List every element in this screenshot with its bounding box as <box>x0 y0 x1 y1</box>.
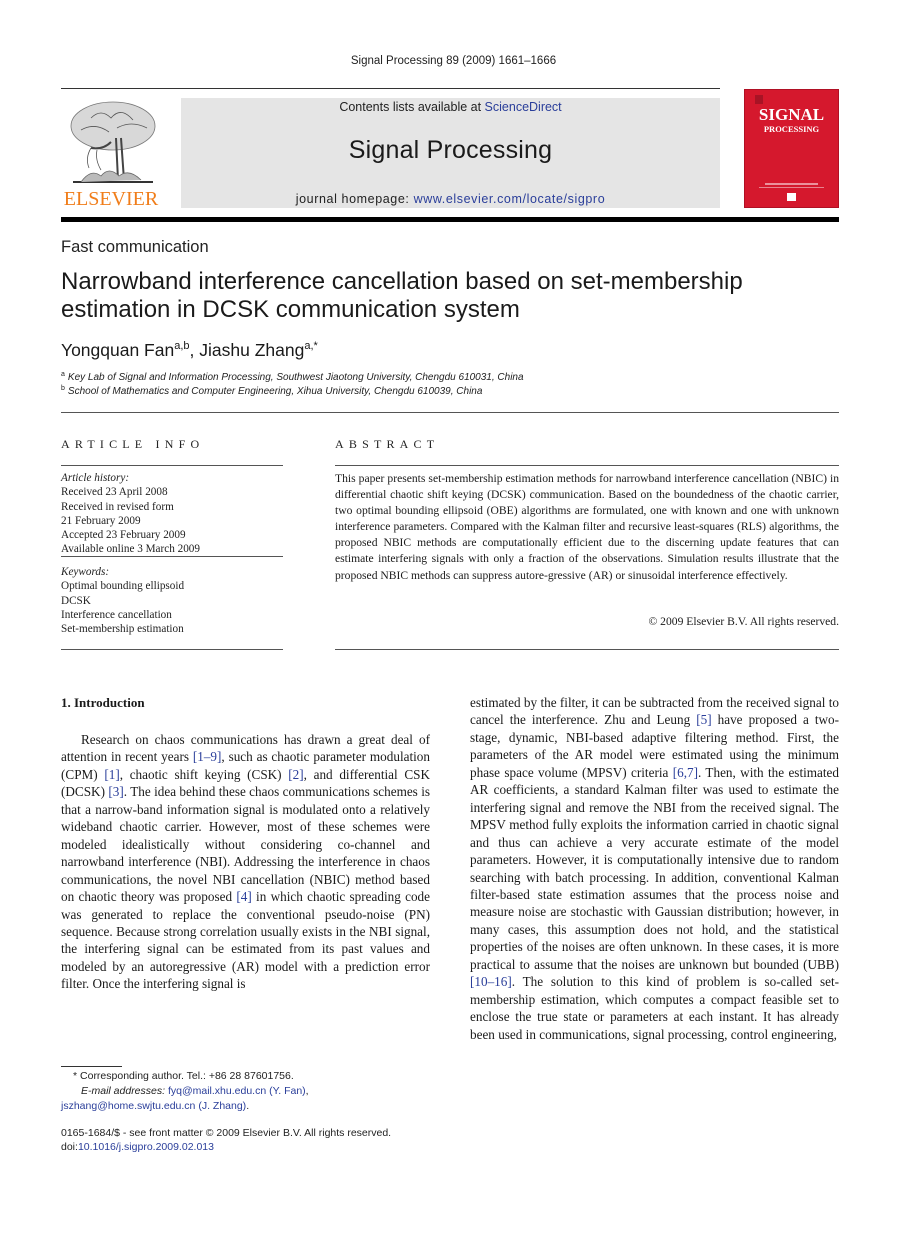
abstract-rule <box>335 649 839 650</box>
email-separator: . <box>246 1100 250 1112</box>
citation-link[interactable]: [10–16] <box>470 974 512 989</box>
article-info-heading: ARTICLE INFO <box>61 437 205 451</box>
cover-publisher-icon <box>787 193 796 201</box>
cover-title: SIGNAL <box>758 105 825 124</box>
affiliation-mark: a <box>61 371 65 378</box>
history-item: Accepted 23 February 2009 <box>61 529 186 542</box>
doi-prefix: doi: <box>61 1141 78 1153</box>
cover-decoration <box>765 183 818 185</box>
author-name[interactable]: Jiashu Zhang <box>199 340 304 360</box>
cover-subtitle: PROCESSING <box>763 124 820 134</box>
abstract-text: This paper presents set-membership estim… <box>335 472 839 582</box>
body-text: in which chaotic spreading code was gene… <box>61 889 430 992</box>
article-info-rule <box>61 649 283 650</box>
running-head: Signal Processing 89 (2009) 1661–1666 <box>350 55 557 67</box>
homepage-prefix: journal homepage: <box>295 192 414 206</box>
abstract-copyright: © 2009 Elsevier B.V. All rights reserved… <box>648 615 839 628</box>
elsevier-wordmark: ELSEVIER <box>63 188 159 210</box>
author-list: Yongquan Fana,b, Jiashu Zhanga,* <box>61 340 318 361</box>
doi-line: doi:10.1016/j.sigpro.2009.02.013 <box>61 1140 214 1155</box>
issn-line: 0165-1684/$ - see front matter © 2009 El… <box>61 1127 392 1139</box>
article-info-rule <box>61 465 283 466</box>
body-paragraph: estimated by the filter, it can be subtr… <box>470 694 839 1043</box>
sciencedirect-link[interactable]: ScienceDirect <box>485 100 562 114</box>
elsevier-tree-icon <box>70 101 156 183</box>
keyword: Set-membership estimation <box>61 623 184 636</box>
contents-line: Contents lists available at ScienceDirec… <box>181 100 720 114</box>
affiliation-text: Key Lab of Signal and Information Proces… <box>67 372 524 383</box>
keyword: Interference cancellation <box>61 608 172 621</box>
affiliation: a Key Lab of Signal and Information Proce… <box>61 371 524 383</box>
body-text: , chaotic shift keying (CSK) <box>119 766 289 782</box>
body-column-right: estimated by the filter, it can be subtr… <box>470 694 839 1043</box>
corresponding-text: Corresponding author. Tel.: +86 28 87601… <box>80 1070 294 1082</box>
citation-link[interactable]: [5] <box>696 712 711 727</box>
section-heading-introduction: 1. Introduction <box>61 695 145 710</box>
article-info-rule <box>61 556 283 557</box>
abstract-heading: ABSTRACT <box>335 437 440 451</box>
citation-link[interactable]: [3] <box>108 784 123 799</box>
body-text: . The solution to this kind of problem i… <box>470 974 839 1042</box>
history-item: 21 February 2009 <box>61 514 141 527</box>
footnote-rule <box>61 1066 122 1067</box>
keywords: Keywords: Optimal bounding ellipsoid DCS… <box>61 565 283 636</box>
masthead-divider <box>61 217 839 222</box>
email-link[interactable]: jszhang@home.swjtu.edu.cn <box>61 1100 195 1112</box>
corresponding-author-footnote: * Corresponding author. Tel.: +86 28 876… <box>61 1069 441 1114</box>
history-label: Article history: <box>61 472 130 484</box>
article-history: Article history: Received 23 April 2008 … <box>61 471 283 557</box>
affiliation: b School of Mathematics and Computer Engi… <box>61 385 482 397</box>
doi-link[interactable]: 10.1016/j.sigpro.2009.02.013 <box>78 1141 214 1153</box>
title-divider <box>61 412 839 413</box>
journal-title: Signal Processing <box>348 136 553 164</box>
masthead-top-rule <box>61 88 720 89</box>
cover-logo-icon <box>755 95 763 104</box>
citation-link[interactable]: [2] <box>288 767 303 782</box>
history-item: Received 23 April 2008 <box>61 486 168 499</box>
keyword: DCSK <box>61 594 91 607</box>
cover-decoration <box>759 187 824 188</box>
author-name[interactable]: Yongquan Fan <box>61 340 174 360</box>
citation-link[interactable]: [6,7] <box>673 765 698 780</box>
email-owner: (Y. Fan) <box>269 1085 306 1097</box>
keywords-label: Keywords: <box>61 566 110 578</box>
keyword: Optimal bounding ellipsoid <box>61 580 185 593</box>
affiliation-mark: b <box>61 385 65 392</box>
author-affiliation-marks[interactable]: a,* <box>304 340 317 352</box>
body-column-left: Research on chaos communications has dra… <box>61 731 430 993</box>
history-item: Available online 3 March 2009 <box>61 543 200 556</box>
email-link[interactable]: fyq@mail.xhu.edu.cn <box>168 1085 266 1097</box>
contents-prefix: Contents lists available at <box>339 100 485 114</box>
body-text: . Then, with the estimated AR coefficien… <box>470 764 839 972</box>
citation-link[interactable]: [1–9] <box>193 749 222 764</box>
history-item: Received in revised form <box>61 500 174 513</box>
email-owner: (J. Zhang) <box>198 1100 247 1112</box>
article-type: Fast communication <box>61 238 209 256</box>
journal-homepage-link[interactable]: www.elsevier.com/locate/sigpro <box>414 192 606 206</box>
body-text: . The idea behind these chaos communicat… <box>61 784 430 905</box>
citation-link[interactable]: [4] <box>236 889 251 904</box>
abstract-rule <box>335 465 839 466</box>
footnote-mark: * <box>73 1070 78 1082</box>
homepage-line: journal homepage: www.elsevier.com/locat… <box>181 192 720 206</box>
author-separator: , <box>189 340 200 360</box>
affiliation-text: School of Mathematics and Computer Engin… <box>67 386 483 397</box>
citation-link[interactable]: [1] <box>104 767 119 782</box>
author-affiliation-marks[interactable]: a,b <box>174 340 189 352</box>
article-title: Narrowband interference cancellation bas… <box>61 268 743 323</box>
journal-cover[interactable]: SIGNAL PROCESSING <box>744 89 839 208</box>
body-paragraph: Research on chaos communications has dra… <box>61 731 430 993</box>
email-separator: , <box>305 1085 309 1097</box>
email-label: E-mail addresses: <box>81 1085 166 1097</box>
